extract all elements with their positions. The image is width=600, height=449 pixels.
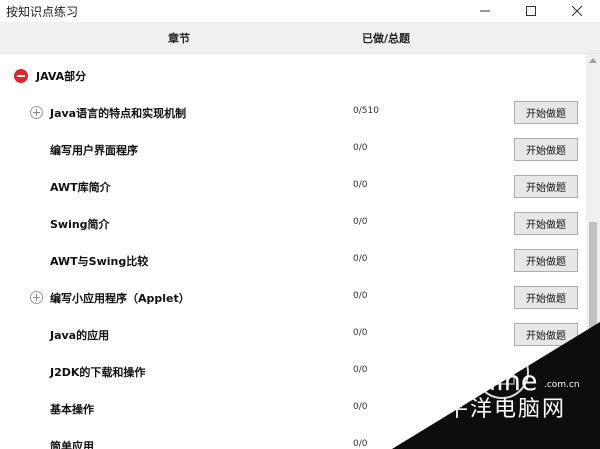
row-label: Swing简介 [50,218,110,231]
row-progress: 0/0 [353,217,368,227]
row-label: Java语言的特点和实现机制 [50,107,187,120]
row-progress: 0/0 [353,143,368,153]
start-practice-button[interactable]: 开始做题 [514,212,578,235]
scroll-up-arrow-icon[interactable] [589,58,597,63]
start-practice-button[interactable]: 开始做题 [514,286,578,309]
table-row: J2DK的下载和操作 0/0 [0,353,586,390]
maximize-icon [526,6,536,16]
header-chapter: 章节 [168,32,190,45]
scroll-thumb[interactable] [589,222,597,422]
expand-plus-icon[interactable] [30,106,43,119]
row-label: 编写小应用程序（Applet） [50,292,190,305]
title-bar: 按知识点练习 [0,0,600,22]
row-label: Java的应用 [50,329,110,342]
close-button[interactable] [554,0,600,22]
section-label: JAVA部分 [36,70,87,83]
minimize-icon [480,10,490,12]
start-practice-button[interactable]: 开始做题 [514,101,578,124]
row-progress: 0/510 [353,106,379,116]
table-row: 编写用户界面程序 0/0 开始做题 [0,131,586,168]
row-progress: 0/0 [353,365,368,375]
section-java[interactable]: JAVA部分 [14,67,86,85]
collapse-icon[interactable] [14,69,28,83]
row-label: 编写用户界面程序 [50,144,138,157]
maximize-button[interactable] [508,0,554,22]
row-progress: 0/0 [353,291,368,301]
row-progress: 0/0 [353,180,368,190]
table-row: Java语言的特点和实现机制 0/510 开始做题 [0,94,586,131]
window-title: 按知识点练习 [6,5,79,19]
table-header: 章节 已做/总题 [0,22,600,54]
start-practice-button[interactable]: 开始做题 [514,138,578,161]
row-label: 基本操作 [50,403,94,416]
row-label: 简单应用 [50,440,94,449]
row-label: J2DK的下载和操作 [50,366,146,379]
row-label: AWT与Swing比较 [50,255,149,268]
table-row: 编写小应用程序（Applet） 0/0 开始做题 [0,279,586,316]
table-row: 基本操作 0/0 [0,390,586,427]
table-row: 简单应用 0/0 [0,427,586,449]
table-row: Java的应用 0/0 开始做题 [0,316,586,353]
start-practice-button[interactable]: 开始做题 [514,249,578,272]
chapter-list: JAVA部分 Java语言的特点和实现机制 0/510 开始做题 编写用户界面程序 0/… [0,54,586,449]
table-row: AWT库简介 0/0 开始做题 [0,168,586,205]
row-label: AWT库简介 [50,181,111,194]
close-icon [572,6,582,16]
row-progress: 0/0 [353,328,368,338]
row-progress: 0/0 [353,254,368,264]
vertical-scrollbar[interactable] [586,54,600,449]
expand-plus-icon[interactable] [30,291,43,304]
row-progress: 0/0 [353,439,368,449]
start-practice-button[interactable]: 开始做题 [514,323,578,346]
table-row: Swing简介 0/0 开始做题 [0,205,586,242]
row-progress: 0/0 [353,402,368,412]
minimize-button[interactable] [462,0,508,22]
table-row: AWT与Swing比较 0/0 开始做题 [0,242,586,279]
header-progress: 已做/总题 [362,32,411,45]
start-practice-button[interactable]: 开始做题 [514,175,578,198]
